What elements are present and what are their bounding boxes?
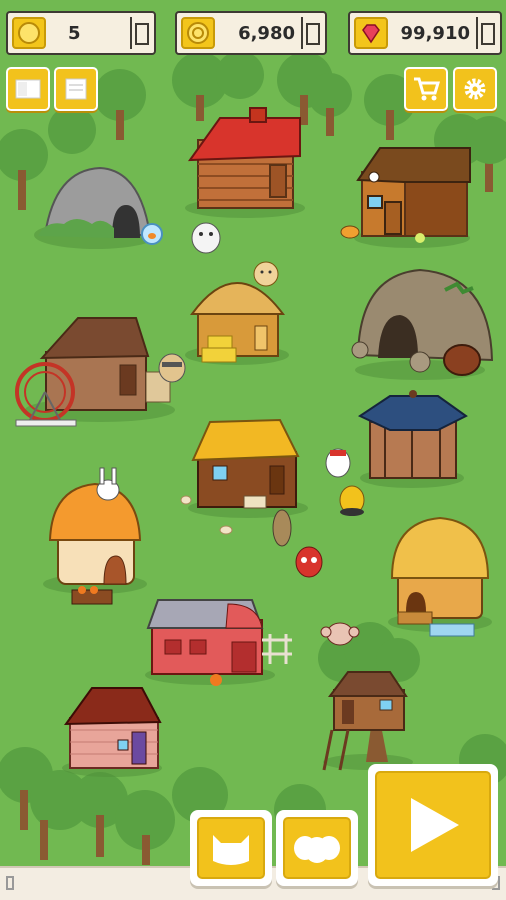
shiba-pet xyxy=(253,261,279,287)
frame-ornament xyxy=(476,17,496,49)
dog-pet xyxy=(272,509,292,547)
list-button[interactable] xyxy=(54,67,98,111)
mask-pet xyxy=(295,546,323,578)
settings-button[interactable] xyxy=(453,67,497,111)
coin-icon xyxy=(12,17,46,49)
frame-ornament xyxy=(6,876,14,890)
raccoon-pet xyxy=(158,353,186,383)
card-button[interactable] xyxy=(6,67,50,111)
gold-coin-icon xyxy=(181,17,215,49)
duck-pet xyxy=(339,485,365,516)
pets-menu-button[interactable] xyxy=(276,810,358,886)
gem-icon xyxy=(354,17,388,49)
cat-icon xyxy=(213,835,249,865)
gold-value: 6,980 xyxy=(238,23,295,44)
gear-icon xyxy=(464,78,486,100)
cat-menu-button[interactable] xyxy=(190,810,272,886)
play-icon xyxy=(411,798,459,852)
gold-counter: 6,980 xyxy=(175,11,327,55)
gem-counter: 99,910 xyxy=(348,11,502,55)
play-button[interactable] xyxy=(368,764,498,886)
game-screen: 5 6,980 99,910 xyxy=(0,0,506,900)
pets-icon xyxy=(294,836,340,863)
list-icon xyxy=(65,78,87,100)
shopping-cart-icon xyxy=(414,77,440,101)
frame-ornament xyxy=(130,17,150,49)
blue-gazebo xyxy=(357,390,468,488)
card-icon xyxy=(15,79,41,99)
round-hut xyxy=(388,516,492,637)
shop-button[interactable] xyxy=(404,67,448,111)
gem-value: 99,910 xyxy=(400,23,470,44)
chef-pet xyxy=(325,448,351,478)
frame-ornament xyxy=(301,17,321,49)
white-tiger-pet xyxy=(191,222,221,254)
coin-value: 5 xyxy=(68,23,81,44)
coin-counter: 5 xyxy=(6,11,156,55)
